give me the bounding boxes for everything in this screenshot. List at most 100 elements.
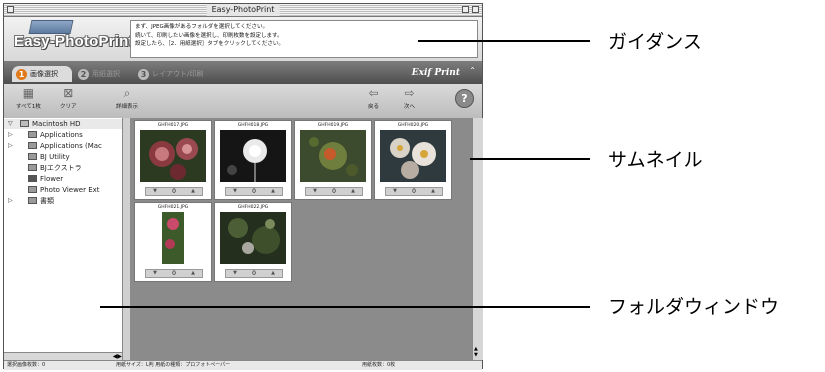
clear-grid-icon: ⊠ xyxy=(63,86,74,100)
increase-count-icon[interactable]: ▲ xyxy=(267,270,279,277)
select-all-button[interactable]: ▦ すべて1枚 xyxy=(16,86,41,110)
sheet-count-status: 用紙枚数：0枚 xyxy=(362,362,396,368)
thumbnail-card[interactable]: GHFH020.JPG ▼ 0 ▲ xyxy=(374,120,452,200)
tab-layout-print[interactable]: 3 レイアウト/印刷 xyxy=(134,66,212,82)
details-button[interactable]: ⌕ 詳細表示 xyxy=(116,86,138,110)
decrease-count-icon[interactable]: ▼ xyxy=(149,270,161,277)
scroll-arrows-icon[interactable]: ▲ ▼ xyxy=(474,346,478,358)
tree-item-applications-mac[interactable]: ▷ Applications (Mac xyxy=(4,141,122,151)
thumbnail-filename: GHFH019.JPG xyxy=(317,123,349,128)
thumbnail-card[interactable]: GHFH021.JPG ▼ 0 ▲ xyxy=(134,202,212,282)
disclosure-open-icon[interactable]: ▽ xyxy=(8,119,13,129)
tree-item-applications[interactable]: ▷ Applications xyxy=(4,130,122,140)
back-label: 戻る xyxy=(368,104,380,110)
help-button[interactable]: ? xyxy=(455,89,474,108)
print-count-stepper: ▼ 0 ▲ xyxy=(225,269,283,278)
decrease-count-icon[interactable]: ▼ xyxy=(309,188,321,195)
thumbnail-callout: サムネイル xyxy=(608,149,703,171)
next-button[interactable]: ⇨ 次へ xyxy=(404,86,415,110)
folder-window-callout-line xyxy=(100,306,590,308)
increase-count-icon[interactable]: ▲ xyxy=(347,188,359,195)
app-window: Easy-PhotoPrint Easy-PhotoPrint まず、JPEG画… xyxy=(3,3,483,370)
disclosure-closed-icon[interactable]: ▷ xyxy=(8,130,13,140)
tab-label: レイアウト/印刷 xyxy=(152,70,204,78)
tree-item-macintosh-hd[interactable]: ▽ Macintosh HD xyxy=(4,119,122,129)
thumbnail-filename: GHFH017.JPG xyxy=(157,123,189,128)
tree-item-documents[interactable]: ▷ 書類 xyxy=(4,196,122,206)
rose-photo[interactable] xyxy=(140,130,206,182)
increase-count-icon[interactable]: ▲ xyxy=(187,270,199,277)
zoom-box-icon[interactable] xyxy=(462,6,469,13)
tree-item-label: Flower xyxy=(40,175,64,183)
back-button[interactable]: ⇦ 戻る xyxy=(368,86,379,110)
window-title: Easy-PhotoPrint xyxy=(206,4,280,16)
clear-button[interactable]: ⊠ クリア xyxy=(60,86,77,110)
print-count-stepper: ▼ 0 ▲ xyxy=(145,269,203,278)
guidance-panel: まず、JPEG画像があるフォルダを選択してください。 続いて、印刷したい画像を選… xyxy=(130,20,478,58)
tall-flower-photo[interactable] xyxy=(140,212,206,264)
print-count: 0 xyxy=(172,270,176,277)
disclosure-closed-icon[interactable]: ▷ xyxy=(8,141,13,151)
hard-disk-icon xyxy=(20,120,29,127)
decrease-count-icon[interactable]: ▼ xyxy=(229,188,241,195)
tab-label: 画像選択 xyxy=(30,70,58,78)
tree-item-label: 書類 xyxy=(40,197,54,205)
close-box-icon[interactable] xyxy=(7,6,14,13)
blossom-photo[interactable] xyxy=(380,130,446,182)
decrease-count-icon[interactable]: ▼ xyxy=(389,188,401,195)
tab-bar: 1 画像選択 2 用紙選択 3 レイアウト/印刷 Exif Print ⌃ xyxy=(4,61,482,84)
folder-icon xyxy=(28,186,37,193)
exif-print-logo: Exif Print xyxy=(411,68,460,78)
tree-item-label: BJ Utility xyxy=(40,153,70,161)
thumbnail-area: GHFH017.JPG ▼ 0 ▲ GHFH018.JPG ▼ 0 ▲ GHFH… xyxy=(130,118,472,360)
tree-item-bj-utility[interactable]: BJ Utility xyxy=(4,152,122,162)
scroll-arrows-icon[interactable]: ◀▶ xyxy=(113,353,122,360)
print-count: 0 xyxy=(332,188,336,195)
guidance-line: まず、JPEG画像があるフォルダを選択してください。 xyxy=(135,24,268,30)
thumbnail-filename: GHFH021.JPG xyxy=(157,205,189,210)
tree-item-bj-extra[interactable]: BJエクストラ xyxy=(4,163,122,173)
next-label: 次へ xyxy=(404,104,416,110)
back-arrow-icon: ⇦ xyxy=(368,86,379,100)
logo-mark-icon xyxy=(28,20,74,34)
tree-item-label: Macintosh HD xyxy=(32,120,81,128)
increase-count-icon[interactable]: ▲ xyxy=(427,188,439,195)
folder-icon xyxy=(28,142,37,149)
dandelion-photo[interactable] xyxy=(220,130,286,182)
folder-window[interactable]: ▽ Macintosh HD ▷ Applications ▷ Applicat… xyxy=(4,118,123,354)
increase-count-icon[interactable]: ▲ xyxy=(187,188,199,195)
folder-icon xyxy=(28,131,37,138)
thumbnail-card[interactable]: GHFH022.JPG ▼ 0 ▲ xyxy=(214,202,292,282)
decrease-count-icon[interactable]: ▼ xyxy=(149,188,161,195)
tree-item-flower[interactable]: Flower xyxy=(4,174,122,184)
tree-item-label: Photo Viewer Ext xyxy=(40,186,100,194)
magnifier-icon: ⌕ xyxy=(123,86,131,100)
print-count: 0 xyxy=(172,188,176,195)
print-count: 0 xyxy=(252,270,256,277)
thumbnail-filename: GHFH022.JPG xyxy=(237,205,269,210)
app-logo: Easy-PhotoPrint xyxy=(14,33,134,50)
wildflower-photo[interactable] xyxy=(300,130,366,182)
decrease-count-icon[interactable]: ▼ xyxy=(229,270,241,277)
increase-count-icon[interactable]: ▲ xyxy=(267,188,279,195)
collapse-header-icon[interactable]: ⌃ xyxy=(469,66,476,75)
print-count-stepper: ▼ 0 ▲ xyxy=(225,187,283,196)
details-label: 詳細表示 xyxy=(116,104,139,110)
thumbnail-vertical-scrollbar[interactable]: ▲ ▼ xyxy=(472,118,483,360)
thumbnail-card[interactable]: GHFH019.JPG ▼ 0 ▲ xyxy=(294,120,372,200)
title-bar[interactable]: Easy-PhotoPrint xyxy=(4,4,482,17)
thumbnail-filename: GHFH020.JPG xyxy=(397,123,429,128)
tree-item-photo-viewer[interactable]: Photo Viewer Ext xyxy=(4,185,122,195)
collapse-box-icon[interactable] xyxy=(472,6,479,13)
tab-select-images[interactable]: 1 画像選択 xyxy=(12,66,72,82)
tab-paper-selection[interactable]: 2 用紙選択 xyxy=(74,66,132,82)
foliage-photo[interactable] xyxy=(220,212,286,264)
guidance-callout: ガイダンス xyxy=(608,31,702,53)
thumbnail-card[interactable]: GHFH018.JPG ▼ 0 ▲ xyxy=(214,120,292,200)
header: Easy-PhotoPrint まず、JPEG画像があるフォルダを選択してくださ… xyxy=(4,17,482,61)
tab-number: 1 xyxy=(16,68,27,80)
folder-icon xyxy=(28,153,37,160)
print-count: 0 xyxy=(252,188,256,195)
thumbnail-card[interactable]: GHFH017.JPG ▼ 0 ▲ xyxy=(134,120,212,200)
disclosure-closed-icon[interactable]: ▷ xyxy=(8,196,13,206)
